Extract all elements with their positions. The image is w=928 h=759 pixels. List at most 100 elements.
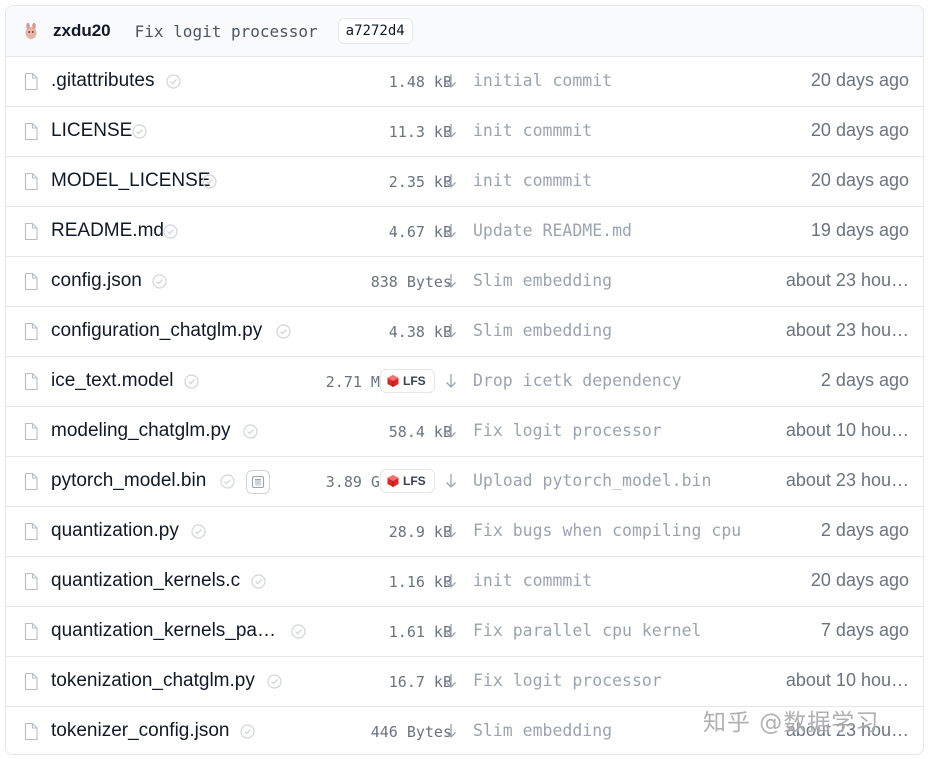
file-name-link[interactable]: quantization_kernels_pa… <box>51 620 276 642</box>
commit-message-link[interactable]: Drop icetk dependency <box>473 371 758 390</box>
safe-check-icon[interactable] <box>166 74 181 89</box>
download-arrow-icon[interactable] <box>445 623 457 639</box>
commit-message-link[interactable]: initial commit <box>473 71 758 90</box>
safe-check-icon[interactable] <box>291 624 306 639</box>
file-row: pytorch_model.bin3.89 GBLFSUpload pytorc… <box>6 457 923 507</box>
commit-message-link[interactable]: init commmit <box>473 171 758 190</box>
file-rows: .gitattributes 1.48 kB initial commit 20 da… <box>6 57 923 755</box>
commit-message-link[interactable]: Fix logit processor <box>473 671 758 690</box>
safe-check-icon[interactable] <box>240 724 255 739</box>
lfs-label: LFS <box>403 374 426 388</box>
file-row: config.json838 BytesSlim embeddingabout … <box>6 257 923 307</box>
download-arrow-icon[interactable] <box>445 723 457 739</box>
lfs-badge[interactable]: LFS <box>380 369 435 393</box>
commit-date: 19 days ago <box>811 220 909 241</box>
download-arrow-icon[interactable] <box>445 273 457 289</box>
file-icon <box>24 323 38 340</box>
file-name-link[interactable]: LICENSE <box>51 120 132 142</box>
file-name-link[interactable]: modeling_chatglm.py <box>51 420 231 442</box>
file-name-link[interactable]: ice_text.model <box>51 370 174 392</box>
file-icon <box>24 123 38 140</box>
commit-message-link[interactable]: Update README.md <box>473 221 758 240</box>
user-avatar-icon[interactable] <box>21 21 41 41</box>
commit-message-link[interactable]: init commmit <box>473 571 758 590</box>
file-size: 1.16 kB <box>389 573 452 591</box>
commit-date: about 23 hou… <box>786 470 909 491</box>
safe-check-icon[interactable] <box>184 374 199 389</box>
watermark: 知乎 @数据学习 <box>703 703 879 737</box>
commit-message-link[interactable]: Fix logit processor <box>473 421 758 440</box>
commit-message-link[interactable]: Slim embedding <box>473 321 758 340</box>
download-arrow-icon[interactable] <box>445 373 457 389</box>
file-row: tokenization_chatglm.py 16.7 kB Fix logit … <box>6 657 923 707</box>
safe-check-icon[interactable] <box>276 324 291 339</box>
safe-check-icon[interactable] <box>152 274 167 289</box>
file-icon <box>24 723 38 740</box>
download-arrow-icon[interactable] <box>445 473 457 489</box>
file-row: quantization.py28.9 kBFix bugs when comp… <box>6 507 923 557</box>
file-icon <box>24 473 38 490</box>
last-commit-header: zxdu20 Fix logit processor a7272d4 <box>6 6 923 57</box>
download-arrow-icon[interactable] <box>445 523 457 539</box>
download-arrow-icon[interactable] <box>445 673 457 689</box>
commit-message-link[interactable]: Fix bugs when compiling cpu <box>473 521 758 540</box>
file-icon <box>24 173 38 190</box>
pickle-scan-icon[interactable] <box>246 470 270 494</box>
file-list-panel: zxdu20 Fix logit processor a7272d4 .gita… <box>5 5 924 755</box>
commit-message-link[interactable]: Upload pytorch_model.bin <box>473 471 758 490</box>
file-icon <box>24 273 38 290</box>
commit-date: 20 days ago <box>811 120 909 141</box>
commit-message-link[interactable]: Fix parallel cpu kernel <box>473 621 758 640</box>
download-arrow-icon[interactable] <box>445 223 457 239</box>
commit-message-link[interactable]: init commmit <box>473 121 758 140</box>
file-row: quantization_kernels_pa…1.61 kBFix paral… <box>6 607 923 657</box>
download-arrow-icon[interactable] <box>445 123 457 139</box>
file-name-link[interactable]: quantization.py <box>51 520 179 542</box>
commit-date: about 23 hou… <box>786 320 909 341</box>
lfs-cube-icon <box>386 374 400 388</box>
lfs-badge[interactable]: LFS <box>380 469 435 493</box>
file-size: 16.7 kB <box>389 673 452 691</box>
file-size: 4.38 kB <box>389 323 452 341</box>
file-size: 58.4 kB <box>389 423 452 441</box>
commit-date: about 10 hou… <box>786 420 909 441</box>
safe-check-icon[interactable] <box>267 674 282 689</box>
safe-check-icon[interactable] <box>220 474 235 489</box>
file-name-link[interactable]: tokenization_chatglm.py <box>51 670 255 692</box>
file-name-link[interactable]: quantization_kernels.c <box>51 570 240 592</box>
commit-message-link[interactable]: Slim embedding <box>473 271 758 290</box>
download-arrow-icon[interactable] <box>445 323 457 339</box>
safe-check-icon[interactable] <box>163 224 178 239</box>
commit-author-link[interactable]: zxdu20 <box>53 21 111 41</box>
download-arrow-icon[interactable] <box>445 423 457 439</box>
file-row: quantization_kernels.c 1.16 kB init commmi… <box>6 557 923 607</box>
file-row: README.md4.67 kBUpdate README.md19 days … <box>6 207 923 257</box>
file-name-link[interactable]: .gitattributes <box>51 70 155 92</box>
safe-check-icon[interactable] <box>251 574 266 589</box>
safe-check-icon[interactable] <box>202 174 217 189</box>
file-name-link[interactable]: pytorch_model.bin <box>51 470 206 492</box>
file-icon <box>24 223 38 240</box>
safe-check-icon[interactable] <box>191 524 206 539</box>
file-size: 446 Bytes <box>371 723 452 741</box>
commit-sha-link[interactable]: a7272d4 <box>338 18 413 44</box>
file-name-link[interactable]: config.json <box>51 270 142 292</box>
lfs-cube-icon <box>386 474 400 488</box>
file-name-link[interactable]: MODEL_LICENSE <box>51 170 210 192</box>
file-size: 1.48 kB <box>389 73 452 91</box>
commit-date: 20 days ago <box>811 570 909 591</box>
download-arrow-icon[interactable] <box>445 173 457 189</box>
file-size: 2.35 kB <box>389 173 452 191</box>
file-icon <box>24 573 38 590</box>
download-arrow-icon[interactable] <box>445 573 457 589</box>
safe-check-icon[interactable] <box>243 424 258 439</box>
safe-check-icon[interactable] <box>132 124 147 139</box>
commit-message-link[interactable]: Fix logit processor <box>135 22 318 41</box>
lfs-label: LFS <box>403 474 426 488</box>
file-name-link[interactable]: README.md <box>51 220 164 242</box>
commit-date: about 10 hou… <box>786 670 909 691</box>
file-icon <box>24 623 38 640</box>
file-name-link[interactable]: tokenizer_config.json <box>51 720 230 742</box>
file-name-link[interactable]: configuration_chatglm.py <box>51 320 262 342</box>
download-arrow-icon[interactable] <box>445 73 457 89</box>
